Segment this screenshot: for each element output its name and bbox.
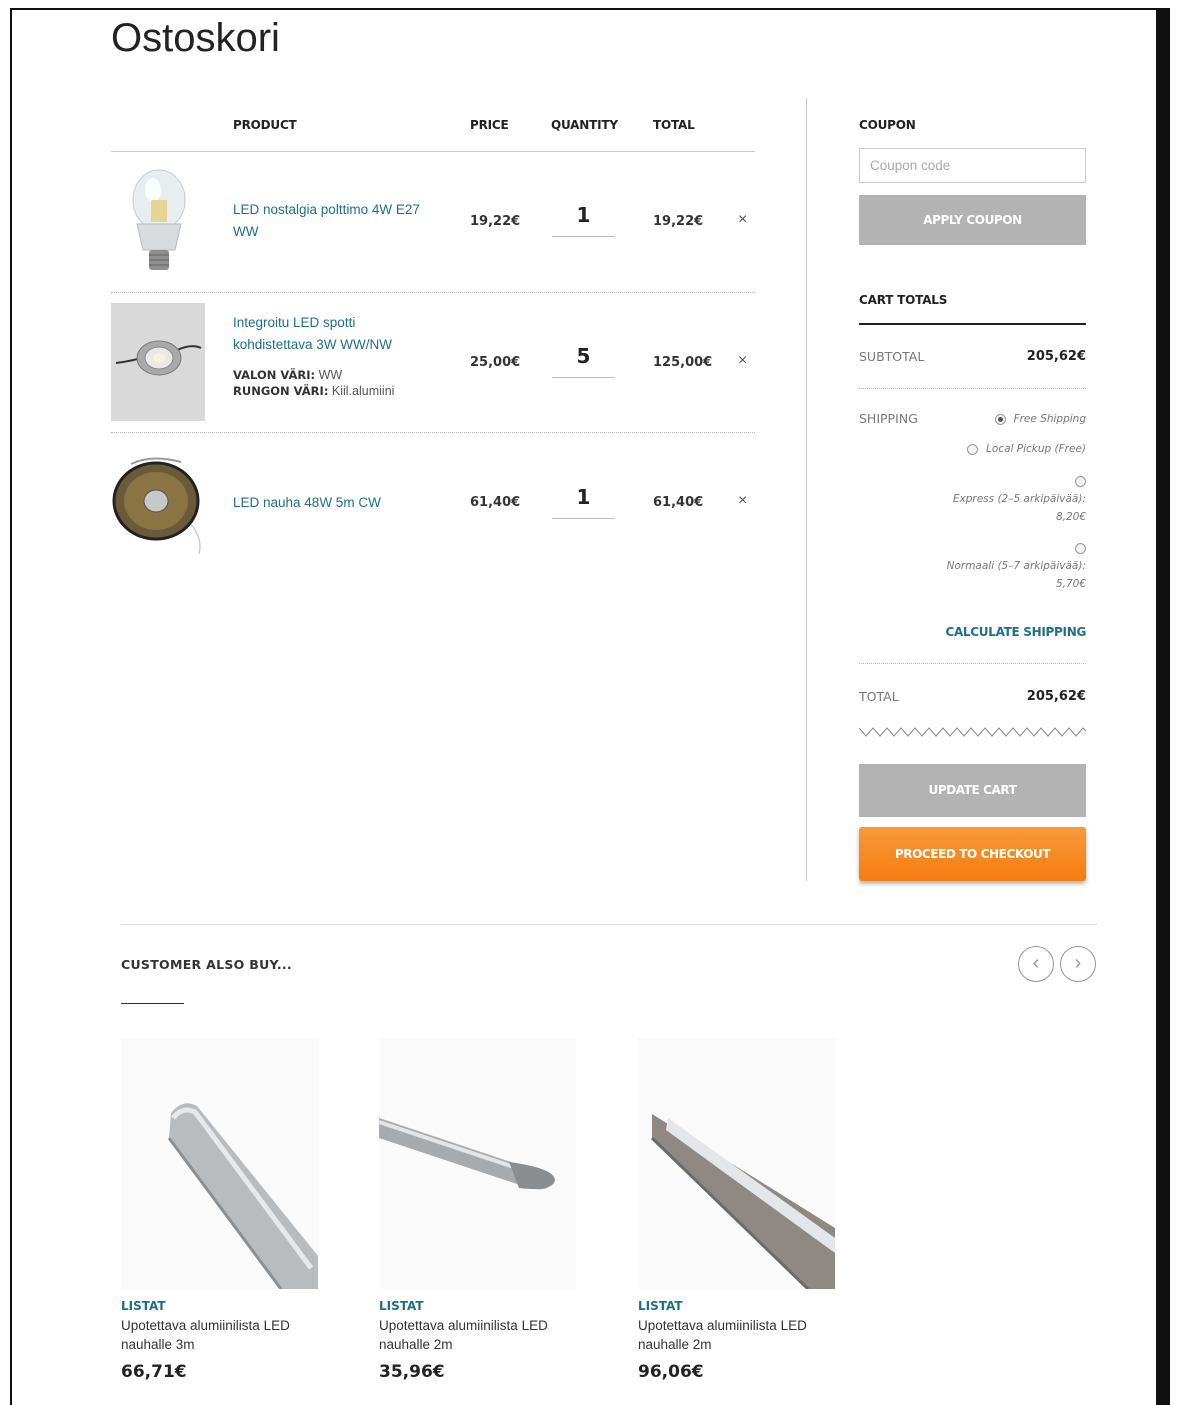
radio-icon[interactable] bbox=[1075, 542, 1086, 554]
product-image-led-bulb[interactable] bbox=[111, 162, 205, 280]
product-card-name-2[interactable]: Upotettava alumiinilista LED nauhalle 2m bbox=[379, 1316, 569, 1354]
meta-label: RUNGON VÄRI: bbox=[233, 384, 329, 398]
total-value: 205,62€ bbox=[1026, 689, 1086, 704]
col-header-product: PRODUCT bbox=[233, 118, 297, 132]
title-underline bbox=[121, 1003, 184, 1004]
shipping-option-normaali[interactable]: Normaali (5–7 arkipäivää): 5,70€ bbox=[947, 539, 1086, 593]
subtotal-label: SUBTOTAL bbox=[859, 349, 925, 364]
cart-totals-heading: CART TOTALS bbox=[859, 293, 948, 307]
remove-item-icon-2[interactable]: × bbox=[738, 352, 747, 370]
product-card-image-1[interactable] bbox=[121, 1038, 318, 1289]
remove-item-icon-3[interactable]: × bbox=[738, 492, 747, 510]
apply-coupon-button[interactable]: APPLY COUPON bbox=[859, 195, 1086, 245]
col-header-price: PRICE bbox=[470, 118, 509, 132]
row-divider bbox=[111, 432, 755, 433]
shipping-option-label: Free Shipping bbox=[1013, 413, 1086, 425]
totals-divider bbox=[859, 323, 1086, 325]
subtotal-value: 205,62€ bbox=[1026, 349, 1086, 364]
update-cart-button[interactable]: UPDATE CART bbox=[859, 764, 1086, 817]
col-header-quantity: QUANTITY bbox=[551, 118, 618, 132]
meta-label: VALON VÄRI: bbox=[233, 368, 316, 382]
shipping-option-free[interactable]: Free Shipping bbox=[994, 410, 1086, 428]
product-card-category-2[interactable]: LISTAT bbox=[379, 1299, 424, 1313]
cart-item-total-1: 19,22€ bbox=[653, 214, 704, 229]
shipping-option-price: 5,70€ bbox=[1055, 578, 1086, 590]
product-card-category-1[interactable]: LISTAT bbox=[121, 1299, 166, 1313]
proceed-to-checkout-button[interactable]: PROCEED TO CHECKOUT bbox=[859, 827, 1086, 881]
column-separator bbox=[806, 98, 807, 881]
product-card-price-3: 96,06€ bbox=[638, 1362, 704, 1382]
meta-value: Kiil.alumiini bbox=[331, 384, 395, 398]
cart-item-price-2: 25,00€ bbox=[470, 355, 521, 370]
cart-item-meta-2: VALON VÄRI: WW RUNGON VÄRI: Kiil.alumiin… bbox=[233, 367, 394, 399]
cart-item-quantity-input-2[interactable]: 5 bbox=[552, 344, 615, 378]
cart-item-name-2[interactable]: Integroitu LED spotti kohdistettava 3W W… bbox=[233, 312, 438, 356]
remove-item-icon-1[interactable]: × bbox=[738, 211, 747, 229]
cart-item-quantity-input-3[interactable]: 1 bbox=[552, 485, 615, 519]
calculate-shipping-link[interactable]: CALCULATE SHIPPING bbox=[945, 625, 1086, 639]
cart-item-name-1[interactable]: LED nostalgia polttimo 4W E27 WW bbox=[233, 199, 438, 243]
zigzag-divider bbox=[859, 727, 1086, 737]
cart-item-total-3: 61,40€ bbox=[653, 495, 704, 510]
cart-item-price-1: 19,22€ bbox=[470, 214, 521, 229]
shipping-option-label: Express (2–5 arkipäivää): bbox=[952, 493, 1086, 505]
product-card-price-2: 35,96€ bbox=[379, 1362, 445, 1382]
cart-item-name-3[interactable]: LED nauha 48W 5m CW bbox=[233, 492, 438, 514]
product-card-price-1: 66,71€ bbox=[121, 1362, 187, 1382]
product-image-led-spot[interactable] bbox=[111, 303, 205, 421]
cart-item-total-2: 125,00€ bbox=[653, 355, 713, 370]
meta-value: WW bbox=[318, 368, 343, 382]
col-header-total: TOTAL bbox=[653, 118, 695, 132]
product-image-led-strip-reel[interactable] bbox=[111, 444, 205, 562]
row-divider bbox=[111, 292, 755, 293]
product-card-image-2[interactable] bbox=[379, 1038, 576, 1289]
carousel-prev-icon[interactable]: ‹ bbox=[1018, 946, 1054, 982]
coupon-heading: COUPON bbox=[859, 118, 916, 132]
product-card-image-3[interactable] bbox=[638, 1038, 835, 1289]
page-title: Ostoskori bbox=[111, 16, 280, 60]
product-card-category-3[interactable]: LISTAT bbox=[638, 1299, 683, 1313]
radio-selected-icon[interactable] bbox=[994, 413, 1006, 425]
radio-icon[interactable] bbox=[967, 443, 979, 455]
shipping-option-express[interactable]: Express (2–5 arkipäivää): 8,20€ bbox=[953, 472, 1086, 526]
header-divider bbox=[111, 151, 755, 152]
cart-item-price-3: 61,40€ bbox=[470, 495, 521, 510]
also-buy-title: CUSTOMER ALSO BUY... bbox=[121, 957, 292, 972]
total-label: TOTAL bbox=[859, 689, 899, 704]
product-card-name-1[interactable]: Upotettava alumiinilista LED nauhalle 3m bbox=[121, 1316, 311, 1354]
shipping-label: SHIPPING bbox=[859, 411, 918, 426]
section-divider bbox=[121, 924, 1097, 925]
subtotal-divider bbox=[859, 388, 1086, 389]
shipping-option-label: Local Pickup (Free) bbox=[986, 443, 1086, 455]
product-card-name-3[interactable]: Upotettava alumiinilista LED nauhalle 2m bbox=[638, 1316, 828, 1354]
shipping-option-label: Normaali (5–7 arkipäivää): bbox=[946, 560, 1086, 572]
shipping-option-local-pickup[interactable]: Local Pickup (Free) bbox=[967, 440, 1086, 458]
radio-icon[interactable] bbox=[1075, 475, 1086, 487]
coupon-code-input[interactable]: Coupon code bbox=[859, 148, 1086, 183]
cart-item-quantity-input-1[interactable]: 1 bbox=[552, 203, 615, 237]
carousel-next-icon[interactable]: › bbox=[1060, 946, 1096, 982]
shipping-option-price: 8,20€ bbox=[1055, 511, 1086, 523]
shipping-divider bbox=[859, 663, 1086, 664]
